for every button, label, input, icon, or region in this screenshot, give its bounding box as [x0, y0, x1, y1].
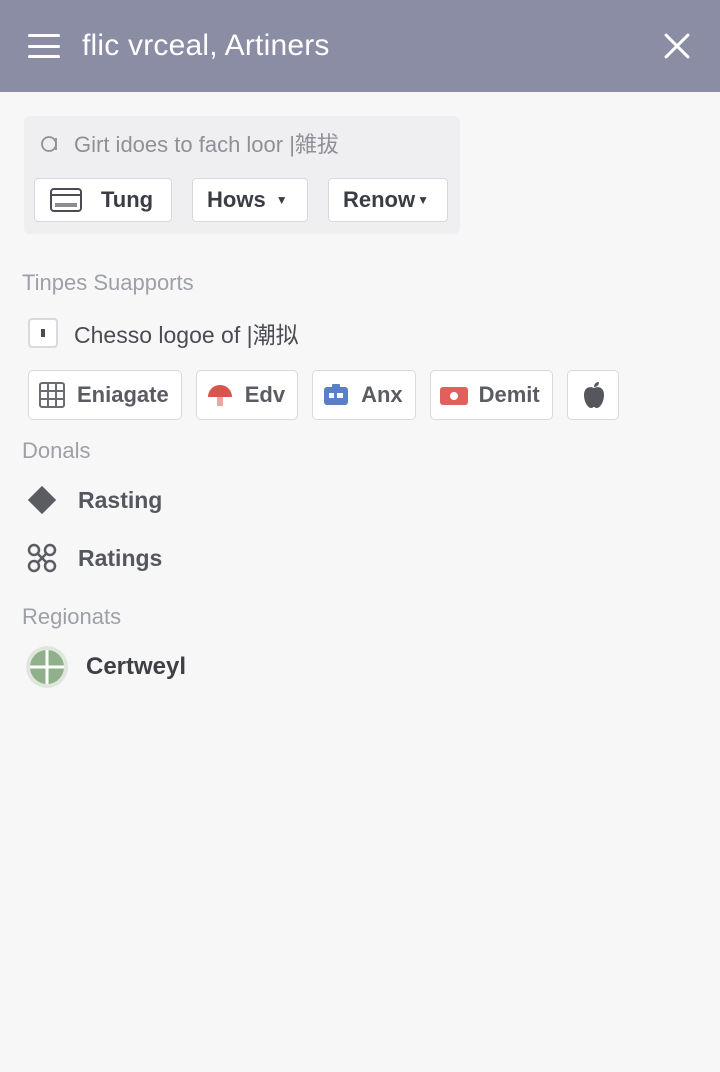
network-icon [24, 540, 60, 576]
chevron-down-icon: ▼ [417, 193, 430, 207]
tung-label: Tung [101, 187, 154, 212]
blue-app-icon [321, 380, 351, 410]
item-label: Rasting [78, 486, 163, 513]
hows-label: Hows [207, 187, 266, 212]
tung-button[interactable]: Tung [34, 178, 172, 222]
checkbox[interactable] [28, 318, 58, 348]
chip-label: Eniagate [77, 382, 169, 407]
list-item-certweyl[interactable]: Certweyl [24, 644, 696, 690]
renow-dropdown[interactable]: Renow ▼ [328, 178, 448, 222]
checkbox-row: Chesso logoe of |潮拟 [28, 316, 696, 350]
item-label: Ratings [78, 544, 163, 571]
chip-anx[interactable]: Anx [312, 370, 416, 420]
toolbar: Tung Hows ▼ Renow ▼ [34, 178, 450, 222]
hows-dropdown[interactable]: Hows ▼ [192, 178, 308, 222]
title-bar: flic vrceal, Artiners [0, 0, 720, 92]
section-label-donals: Donals [22, 438, 91, 463]
checkbox-label: Chesso logoe of |潮拟 [74, 322, 299, 348]
section-label-supports: Tinpes Suapports [22, 270, 194, 295]
window-icon [49, 187, 83, 213]
chip-row: Eniagate Edv Anx Demit [28, 370, 696, 420]
chip-apple[interactable] [566, 370, 619, 420]
globe-icon [24, 644, 70, 690]
chip-eniagate[interactable]: Eniagate [28, 370, 182, 420]
mushroom-icon [205, 380, 235, 410]
app-window: flic vrceal, Artiners Girt idoes to fach… [0, 0, 720, 1072]
region-label: Certweyl [86, 653, 187, 680]
window-title: flic vrceal, Artiners [82, 29, 330, 62]
chip-demit[interactable]: Demit [429, 370, 553, 420]
apple-icon [580, 380, 608, 410]
chip-label: Anx [361, 382, 403, 407]
grid-icon [37, 380, 67, 410]
section-label-regionats: Regionats [22, 604, 122, 629]
chip-label: Edv [244, 382, 286, 407]
search-input[interactable] [74, 132, 434, 158]
search-row [34, 126, 450, 164]
diamond-icon [24, 482, 60, 518]
list-item-ratings[interactable]: Ratings [24, 540, 696, 576]
menu-icon[interactable] [28, 34, 60, 58]
search-icon [40, 134, 62, 156]
chip-edv[interactable]: Edv [195, 370, 299, 420]
close-icon[interactable] [660, 29, 694, 63]
list-item-rasting[interactable]: Rasting [24, 482, 696, 518]
chip-label: Demit [478, 382, 540, 407]
main-content: Tung Hows ▼ Renow ▼ Tinpes Suapports Che… [0, 92, 720, 690]
chevron-down-icon: ▼ [275, 193, 288, 207]
renow-label: Renow [343, 187, 416, 212]
search-panel: Tung Hows ▼ Renow ▼ [24, 116, 460, 234]
red-app-icon [439, 380, 469, 410]
